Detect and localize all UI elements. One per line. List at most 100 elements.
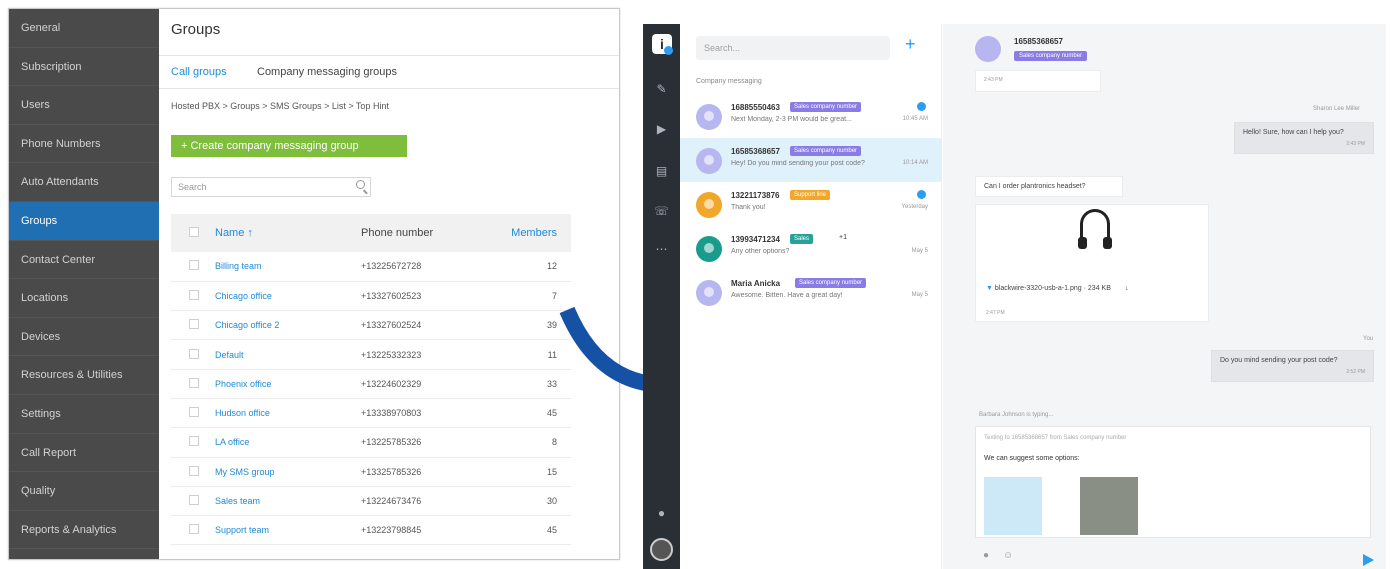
sidebar-item-general[interactable]: General — [9, 9, 159, 48]
tab-call-groups[interactable]: Call groups — [171, 66, 227, 78]
sidebar-item-locations[interactable]: Locations — [9, 279, 159, 318]
search-input[interactable]: Search — [171, 177, 371, 197]
row-checkbox[interactable] — [189, 524, 199, 535]
extra-tag: +1 — [839, 234, 847, 241]
row-checkbox[interactable] — [189, 465, 199, 476]
group-name-link[interactable]: Chicago office — [215, 281, 361, 312]
sidebar-item-devices[interactable]: Devices — [9, 318, 159, 357]
message-text: Hello! Sure, how can I help you? — [1243, 129, 1344, 136]
image-file-icon: ▼ — [986, 285, 993, 292]
sidebar-item-call-report[interactable]: Call Report — [9, 434, 159, 473]
group-name-link[interactable]: Billing team — [215, 252, 361, 282]
message-time: 2:52 PM — [1346, 369, 1365, 375]
video-icon[interactable]: ▶ — [643, 122, 680, 136]
group-name-link[interactable]: Hudson office — [215, 398, 361, 429]
sidebar-item-auto-attendants[interactable]: Auto Attendants — [9, 163, 159, 202]
table-row[interactable]: Phoenix office +13224602329 33 — [171, 369, 571, 399]
admin-main: Groups Call groups Company messaging gro… — [159, 9, 619, 559]
table-row[interactable]: Support team +13223798845 45 — [171, 515, 571, 546]
contact-avatar — [696, 192, 722, 218]
table-row[interactable]: Sales team +13224673476 30 — [171, 486, 571, 517]
group-name-link[interactable]: Phoenix office — [215, 369, 361, 399]
table-row[interactable]: Chicago office 2 +13327602524 39 — [171, 310, 571, 341]
contacts-icon[interactable]: ✎ — [643, 82, 680, 96]
attachment-bubble[interactable]: ▼ blackwire-3320-usb-a-1.png · 234 KB ↓ … — [975, 204, 1209, 322]
row-checkbox[interactable] — [189, 377, 199, 388]
emoji-icon[interactable]: ☺ — [1003, 550, 1013, 561]
row-checkbox[interactable] — [189, 319, 199, 330]
group-name-link[interactable]: Default — [215, 339, 361, 370]
group-members: 12 — [491, 252, 571, 282]
contact-name: 16585368657 — [1014, 37, 1063, 46]
row-checkbox[interactable] — [189, 289, 199, 300]
sidebar-item-settings[interactable]: Settings — [9, 395, 159, 434]
new-conversation-icon[interactable]: + — [905, 34, 916, 55]
sidebar-item-quality[interactable]: Quality — [9, 472, 159, 511]
tab-company-messaging-groups[interactable]: Company messaging groups — [257, 66, 397, 78]
table-row[interactable]: Chicago office +13327602523 7 — [171, 281, 571, 312]
sidebar-item-groups[interactable]: Groups — [9, 201, 159, 241]
conversation-item[interactable]: 13993471234 Sales Any other options? May 5 +… — [680, 226, 942, 270]
conversation-snippet: Thank you! — [731, 204, 766, 211]
sender-name: Sharon Lee Miller — [1313, 106, 1361, 112]
conversation-item[interactable]: 13221173876 Support line Thank you! Yesterd… — [680, 182, 942, 226]
group-name-link[interactable]: Support team — [215, 515, 361, 546]
number-tag: Sales company number — [790, 146, 862, 156]
col-members[interactable]: Members — [491, 214, 571, 252]
create-messaging-group-button[interactable]: + Create company messaging group — [171, 135, 407, 157]
chat-bubble-icon[interactable]: ● — [643, 506, 680, 520]
message-text: Can I order plantronics headset? — [984, 183, 1086, 190]
row-checkbox[interactable] — [189, 407, 199, 418]
row-checkbox[interactable] — [189, 260, 199, 271]
message-bubble: Can I order plantronics headset? — [975, 176, 1123, 197]
page-title: Groups — [171, 21, 221, 38]
send-icon[interactable] — [1363, 554, 1374, 566]
group-members: 15 — [491, 457, 571, 487]
sidebar-item-resources-utilities[interactable]: Resources & Utilities — [9, 356, 159, 395]
more-icon[interactable]: ⋯ — [643, 242, 680, 256]
select-all-checkbox[interactable] — [189, 226, 199, 237]
conversation-item[interactable]: Maria Anicka Sales company number Awesome.… — [680, 270, 942, 314]
row-checkbox[interactable] — [189, 436, 199, 447]
conversation-name: 13221173876 — [731, 191, 780, 200]
table-row[interactable]: Billing team +13225672728 12 — [171, 252, 571, 282]
compose-text[interactable]: We can suggest some options: — [984, 455, 1080, 462]
user-avatar[interactable] — [650, 538, 673, 561]
sidebar-item-reports-analytics[interactable]: Reports & Analytics — [9, 511, 159, 550]
contact-avatar — [696, 280, 722, 306]
table-row[interactable]: Default +13225332323 11 — [171, 339, 571, 370]
microphone-icon[interactable]: ● — [983, 550, 989, 561]
table-row[interactable]: LA office +13225785326 8 — [171, 427, 571, 458]
typing-indicator: Barbara Johnson is typing... — [979, 412, 1054, 418]
conversation-time: Yesterday — [901, 204, 928, 210]
table-row[interactable]: My SMS group +13325785326 15 — [171, 457, 571, 487]
attachment-thumbnail[interactable] — [984, 477, 1042, 535]
conversation-item[interactable]: 16585368657 Sales company number Hey! Do y… — [680, 138, 942, 182]
group-phone: +13224673476 — [361, 486, 491, 517]
sidebar-item-contact-center[interactable]: Contact Center — [9, 241, 159, 280]
group-name-link[interactable]: Sales team — [215, 486, 361, 517]
col-name[interactable]: Name ↑ — [215, 214, 361, 252]
sidebar-item-phone-numbers[interactable]: Phone Numbers — [9, 125, 159, 164]
group-name-link[interactable]: My SMS group — [215, 457, 361, 487]
conversation-name: 16885550463 — [731, 103, 780, 112]
table-row[interactable]: Hudson office +13338970803 45 — [171, 398, 571, 429]
message-text: Do you mind sending your post code? — [1220, 357, 1338, 364]
phone-icon[interactable]: ☏ — [643, 204, 680, 218]
sidebar-item-users[interactable]: Users — [9, 86, 159, 125]
message-time: 2:43 PM — [1346, 141, 1365, 147]
row-checkbox[interactable] — [189, 348, 199, 359]
sidebar-item-subscription[interactable]: Subscription — [9, 48, 159, 87]
messages-icon[interactable]: ▤ — [643, 164, 680, 178]
conversation-search-input[interactable]: Search... — [696, 36, 890, 60]
download-icon[interactable]: ↓ — [1125, 285, 1129, 292]
group-name-link[interactable]: Chicago office 2 — [215, 310, 361, 341]
compose-box[interactable]: Texting to 16585368657 from Sales compan… — [975, 426, 1371, 538]
conversation-item[interactable]: 16885550463 Sales company number Next Mond… — [680, 94, 942, 138]
row-checkbox[interactable] — [189, 495, 199, 506]
attachment-photo[interactable] — [1080, 477, 1138, 535]
group-name-link[interactable]: LA office — [215, 427, 361, 458]
group-phone: +13225672728 — [361, 252, 491, 282]
conversation-name: Maria Anicka — [731, 279, 781, 288]
file-size: 234 KB — [1087, 285, 1111, 292]
